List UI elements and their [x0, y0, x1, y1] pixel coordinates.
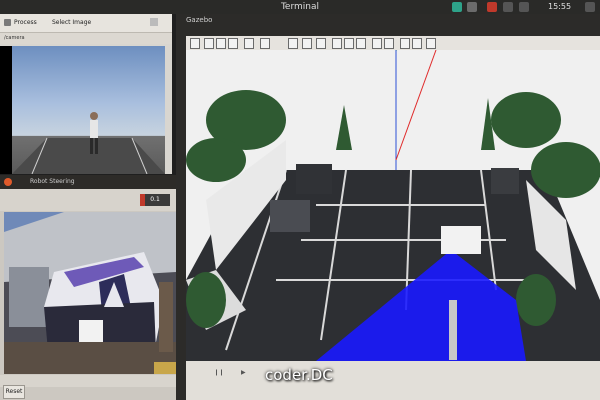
car-3 — [491, 168, 519, 194]
translate-tool-icon[interactable] — [204, 38, 214, 49]
select-tool-icon[interactable] — [190, 38, 200, 49]
person-figure — [90, 120, 98, 138]
snap-icon[interactable] — [412, 38, 422, 49]
screenshot-icon[interactable] — [426, 38, 436, 49]
point-light-icon[interactable] — [332, 38, 342, 49]
gazebo-status-bar: ❙❙ ▶ — [186, 361, 600, 400]
rqt-titlebar: Robot Steering — [0, 175, 176, 189]
network-icon[interactable] — [503, 2, 513, 12]
mail-icon[interactable] — [487, 2, 497, 12]
directional-light-icon[interactable] — [356, 38, 366, 49]
gazebo-title: Gazebo — [186, 16, 213, 24]
panel-icon[interactable] — [4, 19, 11, 26]
robot-body — [441, 226, 481, 254]
app-icon[interactable] — [452, 2, 462, 12]
watermark: coder.DC — [265, 366, 333, 384]
indicator — [140, 194, 145, 206]
rqt-status — [0, 375, 176, 387]
copy-icon[interactable] — [372, 38, 382, 49]
top-menu-bar: Terminal 15:55 — [0, 0, 600, 14]
process-label[interactable]: Process — [14, 19, 37, 26]
camera-view — [12, 46, 165, 174]
gazebo-3d-viewport[interactable] — [186, 44, 600, 361]
image-topic-title: /camera — [4, 35, 25, 41]
car-2 — [270, 200, 310, 232]
rqt-header: 0.1 — [0, 189, 176, 211]
close-icon[interactable] — [4, 178, 12, 186]
camera-scene — [12, 112, 165, 174]
robot-scene — [4, 212, 176, 374]
gazebo-toolbar — [186, 36, 600, 50]
clock[interactable]: 15:55 — [548, 1, 571, 13]
robot-camera-view — [4, 212, 176, 374]
image-view-toolbar: Process Select Image — [0, 14, 172, 33]
cylinder-shape-icon[interactable] — [316, 38, 326, 49]
image-topic-bar: /camera — [0, 33, 172, 44]
spot-light-icon[interactable] — [344, 38, 354, 49]
image-view-window: Process Select Image /camera — [0, 14, 172, 174]
box-shape-icon[interactable] — [288, 38, 298, 49]
paste-icon[interactable] — [384, 38, 394, 49]
keyboard-icon[interactable] — [467, 2, 477, 12]
close-icon[interactable] — [150, 18, 158, 26]
rqt-window: Robot Steering 0.1 — [0, 175, 176, 400]
world-scene — [186, 44, 600, 361]
sphere-shape-icon[interactable] — [302, 38, 312, 49]
undo-icon[interactable] — [244, 38, 254, 49]
step-icon[interactable]: ▶ — [241, 369, 246, 376]
sound-icon[interactable] — [519, 2, 529, 12]
select-image-label[interactable]: Select Image — [52, 19, 91, 26]
align-icon[interactable] — [400, 38, 410, 49]
scale-tool-icon[interactable] — [228, 38, 238, 49]
redo-icon[interactable] — [260, 38, 270, 49]
black-margin — [0, 46, 12, 174]
rotate-tool-icon[interactable] — [216, 38, 226, 49]
gear-icon[interactable] — [585, 2, 595, 12]
car-1 — [296, 164, 332, 194]
rqt-title: Robot Steering — [30, 178, 75, 185]
reset-button[interactable]: Reset — [3, 385, 25, 399]
pause-icon[interactable]: ❙❙ — [214, 369, 224, 376]
pole — [449, 300, 457, 360]
